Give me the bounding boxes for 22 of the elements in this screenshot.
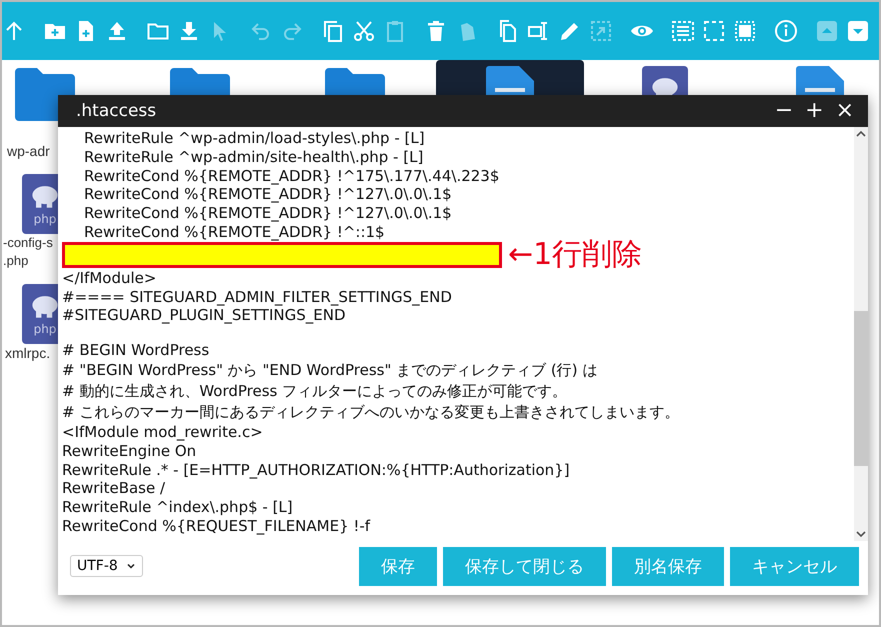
code-line: RewriteCond %{REMOTE_ADDR} !^::1$ [83,222,386,242]
code-line: # BEGIN WordPress [62,341,210,360]
code-line: RewriteRule ^wp-admin/load-styles\.php - [L] [83,129,426,148]
code-line: RewriteCond %{REMOTE_ADDR} !^175\.177\.44\.223$ [83,166,500,186]
code-line: RewriteRule .* - [E=HTTP_AUTHORIZATION:%{HTTP:Authorization}] [62,460,571,480]
code-line: RewriteCond %{REMOTE_ADDR} !^127\.0\.0\.1$ [83,204,453,223]
code-line: <IfModule mod_rewrite.c> [62,422,264,442]
code-line: RewriteEngine On [62,442,198,461]
dialog-title: .htaccess [76,101,156,121]
code-line: RewriteBase / [62,479,166,498]
code-line: # これらのマーカー間にあるディレクティブへのいかなる変更も上書きされてしまいます。 [62,402,680,423]
code-line: RewriteRule ^index\.php$ - [L] [62,498,294,517]
code-line: RewriteCond %{REMOTE_ADDR} !^127\.0\.0\.1$ [83,185,453,204]
file-name: .php [3,252,28,270]
file-name: wp-adr [7,142,50,160]
code-line: RewriteRule ^wp-admin/site-health\.php - [L] [83,148,424,167]
file-name: xmlrpc. [5,344,50,362]
code-line: # 動的に生成され、WordPress フィルターによってのみ修正が可能です。 [62,380,568,402]
code-line: RewriteCond %{REQUEST_FILENAME} !-f [62,516,372,536]
file-name: -config-s [3,234,53,252]
annotation-text: ←1行削除 [508,239,642,272]
code-line: # "BEGIN WordPress" から "END WordPress" までのディレクティブ (行) は [62,360,598,381]
